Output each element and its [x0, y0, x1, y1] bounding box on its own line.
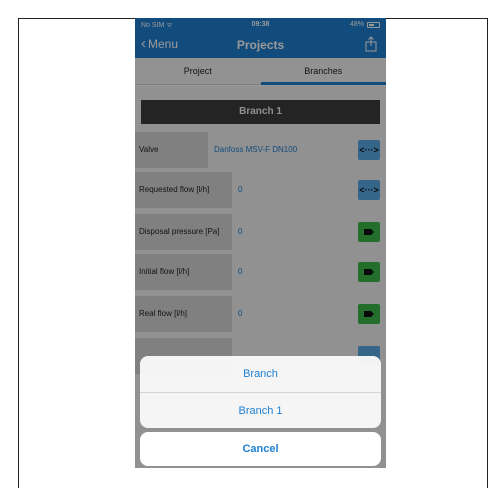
action-branch-1[interactable]: Branch 1 — [140, 392, 381, 428]
phone-screen: No SIM ᯤ 09:38 48% ‹ Menu Projects Proje… — [135, 18, 386, 468]
action-sheet: Branch Branch 1 — [140, 356, 381, 428]
action-sheet-title: Branch — [243, 368, 278, 380]
cancel-button[interactable]: Cancel — [140, 432, 381, 466]
